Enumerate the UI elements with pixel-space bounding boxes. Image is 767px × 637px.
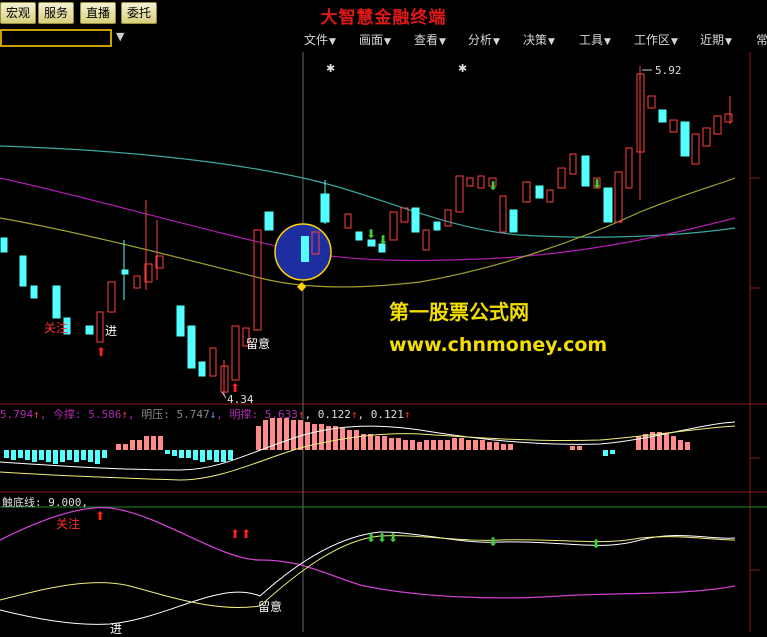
up-arrow-icon: ⬆ (230, 527, 240, 541)
up-arrow-icon: ⬆ (241, 527, 251, 541)
menu-analysis[interactable]: 分析▼ (468, 31, 500, 48)
down-arrow-icon: ⬇ (592, 177, 602, 191)
stock-code-input[interactable] (0, 29, 112, 47)
signal-guanzhu: 关注 (44, 321, 69, 335)
ma-cyan-line (0, 145, 736, 238)
star-icon: ✱ (458, 62, 467, 75)
diamond-icon: ◆ (297, 279, 307, 293)
down-arrow-icon: ⬇ (488, 179, 498, 193)
menu-tools[interactable]: 工具▼ (579, 31, 611, 48)
up-arrow-icon: ⬆ (95, 509, 105, 523)
indicator1-legend: 5.794↑, 今撑: 5.586↑, 明压: 5.747↓, 明撑: 5.63… (0, 408, 411, 421)
macro-button[interactable]: 宏观 (0, 2, 37, 24)
menu-workspace[interactable]: 工作区▼ (634, 31, 678, 48)
indicator1-histogram (4, 418, 690, 464)
high-price-label: 5.92 (655, 64, 682, 77)
down-arrow-icon: ⬇ (377, 531, 387, 545)
menu-view[interactable]: 查看▼ (414, 31, 446, 48)
kline-chart[interactable]: ✱ ✱ ◆ ⬆ ⬆ ⬇ ⬇ ⬇ ⬇ ⬆ ⬆ ⬆ ⬇ ⬇ ⬇ ⬇ ⬇ (0, 50, 767, 632)
menu-view-screen[interactable]: 画面▼ (359, 31, 391, 48)
low-price-label: 4.34 (227, 393, 254, 406)
signal2-guanzhu: 关注 (56, 517, 81, 531)
signal-jin: 进 (105, 324, 118, 338)
down-arrow-icon: ⬇ (366, 531, 376, 545)
menu-decision[interactable]: 决策▼ (523, 31, 555, 48)
menu-bar: ▼ 文件▼ 画面▼ 查看▼ 分析▼ 决策▼ 工具▼ 工作区▼ 近期▼ 常 (0, 28, 767, 50)
top-toolbar: 宏观 服务 直播 委托 大智慧金融终端 (0, 0, 767, 28)
service-button[interactable]: 服务 (38, 2, 75, 24)
live-button[interactable]: 直播 (80, 2, 117, 24)
up-arrow-icon: ⬆ (96, 345, 106, 359)
down-arrow-icon: ⬇ (366, 227, 376, 241)
down-arrow-icon: ⬇ (388, 531, 398, 545)
signal-liuyi: 留意 (246, 337, 271, 351)
down-arrow-icon: ⬇ (488, 535, 498, 549)
indicator2-legend: 触底线: 9.000, (2, 496, 88, 509)
down-arrow-icon: ⬇ (591, 537, 601, 551)
signal2-jin: 进 (110, 622, 123, 636)
order-button[interactable]: 委托 (121, 2, 158, 24)
down-arrow-icon: ⬇ (378, 233, 388, 247)
menu-recent[interactable]: 近期▼ (700, 31, 732, 48)
star-icon: ✱ (326, 62, 335, 75)
signal2-liuyi: 留意 (258, 600, 283, 614)
menu-common[interactable]: 常 (756, 31, 767, 48)
chevron-down-icon[interactable]: ▼ (116, 30, 124, 43)
menu-file[interactable]: 文件▼ (304, 31, 336, 48)
watermark-title: 第一股票公式网 (389, 300, 529, 324)
watermark-url: www.chnmoney.com (389, 334, 608, 356)
